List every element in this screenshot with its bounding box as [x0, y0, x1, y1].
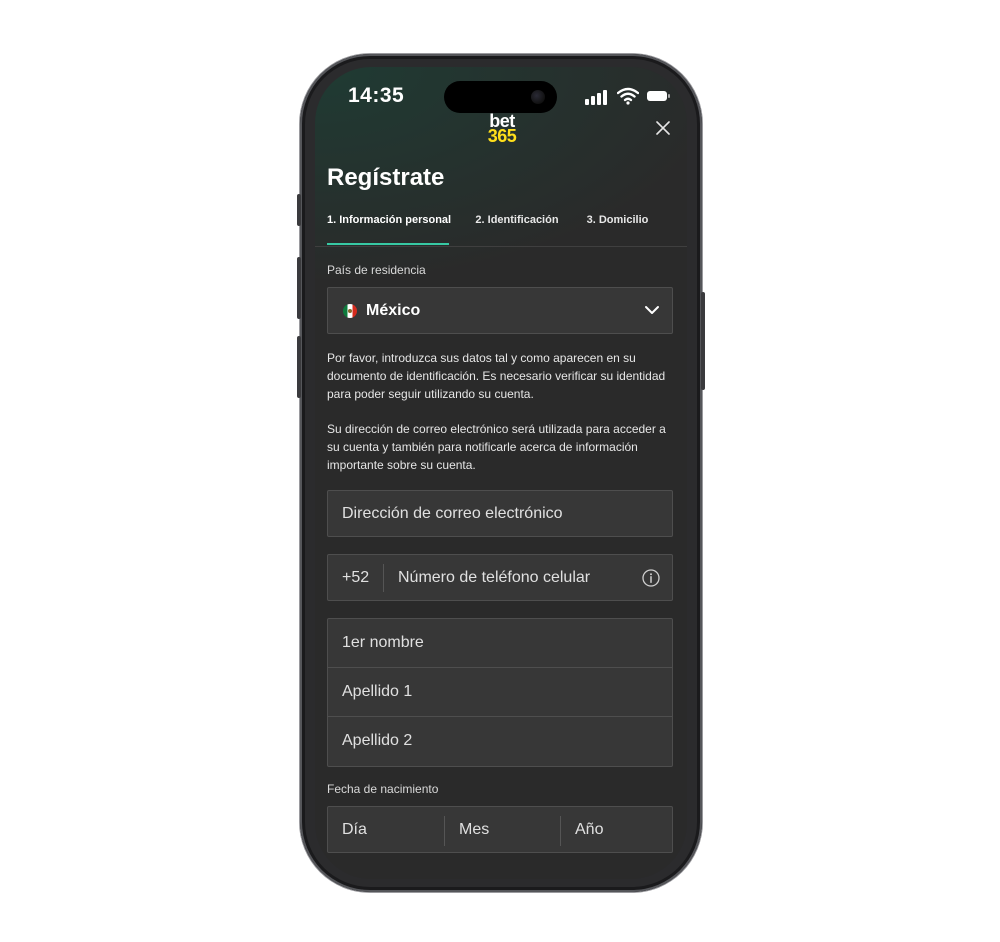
tab-informacion-personal[interactable]: 1. Información personal [327, 209, 451, 245]
info-paragraph-identity: Por favor, introduzca sus datos tal y co… [327, 351, 666, 401]
email-field[interactable]: Dirección de correo electrónico [327, 490, 673, 537]
phone-screen: 14:35 bet 365 Regístrate 1. Información … [315, 67, 687, 879]
battery-icon [647, 91, 670, 101]
dob-label: Fecha de nacimiento [327, 782, 439, 796]
first-name-placeholder: 1er nombre [342, 634, 424, 651]
phone-country-code[interactable]: +52 [342, 569, 369, 587]
first-name-field[interactable]: 1er nombre [328, 619, 672, 668]
status-time: 14:35 [348, 84, 405, 107]
side-button [701, 292, 705, 390]
mexico-flag-icon [343, 304, 357, 318]
action-button [297, 194, 301, 226]
chevron-down-icon [645, 306, 659, 314]
last-name-1-field[interactable]: Apellido 1 [328, 668, 672, 717]
camera-icon [531, 90, 545, 104]
email-placeholder: Dirección de correo electrónico [342, 505, 563, 522]
dob-day-select[interactable]: Día [328, 807, 443, 854]
last-name-2-field[interactable]: Apellido 2 [328, 717, 672, 766]
close-icon[interactable] [654, 119, 672, 137]
tab-identificacion[interactable]: 2. Identificación [473, 209, 561, 243]
country-value: México [366, 302, 421, 319]
dob-field: Día Mes Año [327, 806, 673, 853]
dob-day-placeholder: Día [342, 821, 367, 838]
phone-placeholder: Número de teléfono celular [398, 569, 591, 586]
dynamic-island [444, 81, 557, 113]
phone-divider [383, 564, 384, 592]
volume-down-button [297, 336, 301, 398]
signal-icon [585, 89, 609, 105]
logo-line-2: 365 [487, 126, 517, 146]
tab-domicilio[interactable]: 3. Domicilio [585, 209, 650, 243]
country-select[interactable]: México [327, 287, 673, 334]
name-fields-group: 1er nombre Apellido 1 Apellido 2 [327, 618, 673, 767]
dob-month-placeholder: Mes [459, 821, 490, 838]
last-name-1-placeholder: Apellido 1 [342, 683, 413, 700]
dob-year-placeholder: Año [575, 821, 604, 838]
page-title: Regístrate [327, 164, 445, 191]
volume-up-button [297, 257, 301, 319]
step-tabs: 1. Información personal 2. Identificació… [315, 209, 687, 247]
last-name-2-placeholder: Apellido 2 [342, 732, 413, 749]
dob-year-select[interactable]: Año [561, 807, 672, 854]
info-icon[interactable] [642, 569, 660, 587]
country-label: País de residencia [327, 263, 426, 277]
bet365-logo: bet 365 [484, 112, 520, 146]
phone-frame: 14:35 bet 365 Regístrate 1. Información … [297, 54, 705, 892]
info-paragraph-email: Su dirección de correo electrónico será … [327, 422, 666, 472]
wifi-icon [617, 87, 639, 105]
dob-month-select[interactable]: Mes [445, 807, 559, 854]
phone-field[interactable]: +52 Número de teléfono celular [327, 554, 673, 601]
